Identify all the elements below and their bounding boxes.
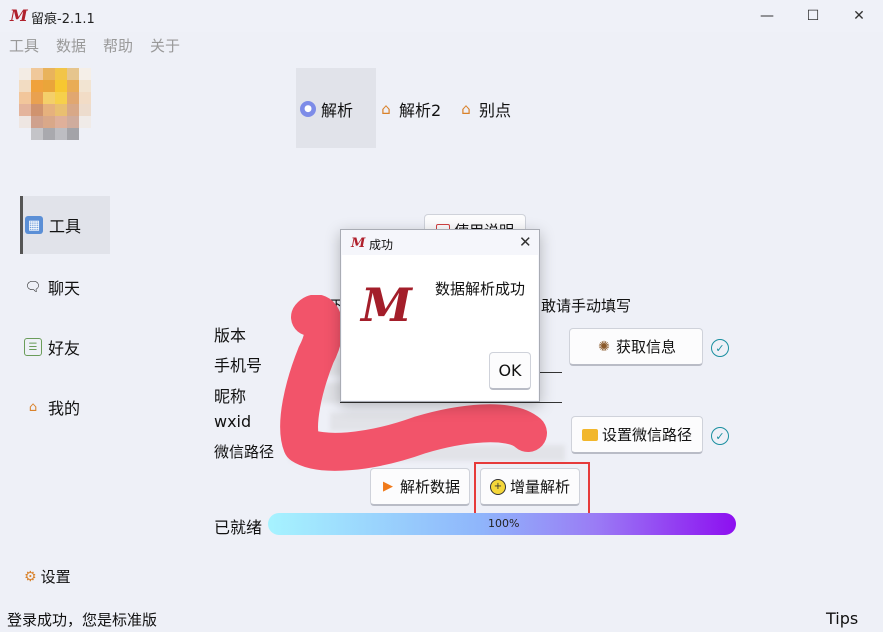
window-title: 留痕-2.1.1: [31, 12, 95, 27]
wechat-path-label: 微信路径: [214, 443, 275, 461]
success-dialog: M 成功 ✕ M 数据解析成功 OK: [340, 229, 540, 402]
sidebar-item-label: 聊天: [48, 279, 81, 298]
dialog-title: 成功: [369, 238, 394, 252]
sidebar-item-label: 好友: [48, 339, 81, 358]
house-icon: ⌂: [461, 100, 471, 118]
sidebar-item-settings[interactable]: ⚙ 设置: [24, 566, 71, 587]
menu-data[interactable]: 数据: [47, 34, 94, 58]
phone-label: 手机号: [214, 356, 263, 375]
sidebar-item-label: 工具: [49, 217, 82, 236]
gear-icon: ⚙: [24, 568, 37, 585]
ok-button[interactable]: OK: [489, 352, 531, 390]
tab-parse[interactable]: ● 解析: [300, 98, 353, 120]
progress-text: 100%: [488, 517, 520, 530]
sidebar-item-label: 设置: [40, 568, 71, 586]
owl-icon: ✺: [598, 338, 610, 355]
check-circle-icon: ✓: [711, 339, 729, 357]
contact-book-icon: ☰: [24, 338, 42, 356]
menu-help[interactable]: 帮助: [94, 34, 141, 58]
tab-parse2[interactable]: ⌂ 解析2: [378, 98, 441, 120]
maximize-button[interactable]: ☐: [790, 0, 836, 32]
version-label: 版本: [214, 326, 247, 345]
parse-icon: ●: [300, 101, 316, 117]
wxid-label: wxid: [214, 412, 252, 431]
sidebar-item-friends[interactable]: ☰ 好友: [20, 318, 110, 376]
app-logo-icon: M: [351, 236, 366, 251]
tab-label: 解析2: [399, 101, 442, 120]
check-circle-icon: ✓: [711, 427, 729, 445]
house-icon: ⌂: [381, 100, 391, 118]
app-logo-icon: M: [10, 6, 28, 25]
get-info-button[interactable]: ✺ 获取信息: [569, 328, 703, 366]
minimize-button[interactable]: —: [744, 0, 790, 32]
sidebar-item-tools[interactable]: ▦ 工具: [20, 196, 110, 254]
folder-icon: [581, 428, 598, 441]
nickname-label: 昵称: [214, 387, 247, 406]
avatar: [19, 68, 91, 158]
menu-bar: 工具 数据 帮助 关于: [0, 34, 188, 58]
menu-tools[interactable]: 工具: [0, 34, 47, 58]
set-wechat-path-button[interactable]: 设置微信路径: [571, 416, 703, 454]
house-icon: ⌂: [28, 399, 38, 415]
sidebar-item-mine[interactable]: ⌂ 我的: [20, 378, 110, 436]
menu-about[interactable]: 关于: [141, 34, 188, 58]
dialog-close-button[interactable]: ✕: [519, 233, 532, 251]
progress-label: 已就绪: [214, 518, 263, 537]
tab-label: 别点: [479, 101, 512, 120]
tools-icon: ▦: [25, 216, 43, 234]
tab-dont-click[interactable]: ⌂ 别点: [458, 98, 511, 120]
sidebar-item-chat[interactable]: 🗨 聊天: [20, 258, 110, 316]
close-window-button[interactable]: ✕: [836, 0, 882, 32]
sidebar-item-label: 我的: [48, 399, 81, 418]
dialog-message: 数据解析成功: [435, 280, 526, 298]
chat-bubble-icon: 🗨: [24, 279, 42, 295]
tips-link[interactable]: Tips: [826, 609, 858, 628]
hint-text-right: 敢请手动填写: [541, 297, 632, 315]
tab-label: 解析: [321, 101, 354, 120]
status-message: 登录成功，您是标准版: [7, 611, 158, 629]
play-icon: ▶: [382, 479, 393, 494]
brand-logo-icon: M: [361, 278, 412, 332]
